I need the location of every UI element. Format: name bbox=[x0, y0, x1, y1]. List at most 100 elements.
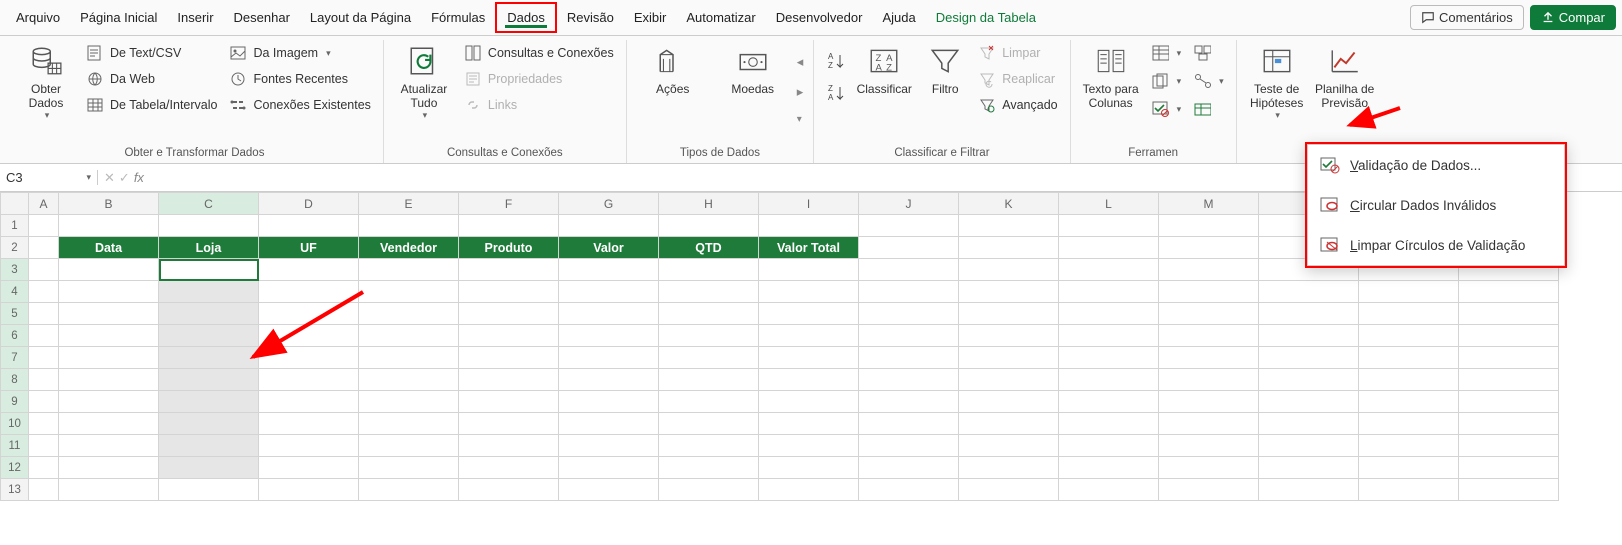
row-header[interactable]: 11 bbox=[1, 435, 29, 457]
row-header[interactable]: 9 bbox=[1, 391, 29, 413]
filter-button[interactable]: Filtro bbox=[918, 40, 972, 100]
cell[interactable] bbox=[159, 303, 259, 325]
table-header-cell[interactable]: Vendedor bbox=[359, 237, 459, 259]
existing-connections-button[interactable]: Conexões Existentes bbox=[227, 94, 372, 116]
group-label: Obter e Transformar Dados bbox=[124, 145, 264, 163]
menu-formulas[interactable]: Fórmulas bbox=[421, 4, 495, 31]
col-header[interactable]: B bbox=[59, 193, 159, 215]
menu-layout[interactable]: Layout da Página bbox=[300, 4, 421, 31]
col-header[interactable]: I bbox=[759, 193, 859, 215]
row-header[interactable]: 12 bbox=[1, 457, 29, 479]
cell[interactable] bbox=[159, 325, 259, 347]
queries-connections-button[interactable]: Consultas e Conexões bbox=[462, 42, 616, 64]
cancel-formula-icon[interactable]: ✕ bbox=[104, 170, 115, 186]
row-header[interactable]: 10 bbox=[1, 413, 29, 435]
flash-fill-button[interactable]: ▾ bbox=[1149, 42, 1184, 64]
col-header[interactable]: H bbox=[659, 193, 759, 215]
from-web-button[interactable]: Da Web bbox=[84, 68, 219, 90]
from-text-csv-button[interactable]: De Text/CSV bbox=[84, 42, 219, 64]
table-header-cell[interactable]: UF bbox=[259, 237, 359, 259]
row-header[interactable]: 6 bbox=[1, 325, 29, 347]
advanced-filter-button[interactable]: Avançado bbox=[976, 94, 1059, 116]
menu-desenvolvedor[interactable]: Desenvolvedor bbox=[766, 4, 873, 31]
sort-desc-button[interactable]: ZA bbox=[824, 82, 846, 104]
menu-dados[interactable]: Dados bbox=[495, 2, 557, 33]
sort-icon: ZAAZ bbox=[867, 44, 901, 78]
name-box[interactable]: C3 ▾ bbox=[0, 170, 98, 185]
menu-pagina-inicial[interactable]: Página Inicial bbox=[70, 4, 167, 31]
col-header[interactable]: K bbox=[959, 193, 1059, 215]
from-table-button[interactable]: De Tabela/Intervalo bbox=[84, 94, 219, 116]
text-to-columns-label: Texto para Colunas bbox=[1083, 82, 1139, 110]
from-table-label: De Tabela/Intervalo bbox=[110, 98, 217, 112]
col-header[interactable]: F bbox=[459, 193, 559, 215]
col-header[interactable]: M bbox=[1159, 193, 1259, 215]
menu-desenhar[interactable]: Desenhar bbox=[224, 4, 300, 31]
text-to-columns-button[interactable]: Texto para Colunas bbox=[1077, 40, 1145, 114]
menu-arquivo[interactable]: Arquivo bbox=[6, 4, 70, 31]
refresh-all-button[interactable]: Atualizar Tudo ▾ bbox=[390, 40, 458, 125]
table-header-cell[interactable]: Valor Total bbox=[759, 237, 859, 259]
row-header[interactable]: 8 bbox=[1, 369, 29, 391]
table-header-cell[interactable]: Loja bbox=[159, 237, 259, 259]
menu-exibir[interactable]: Exibir bbox=[624, 4, 677, 31]
col-header[interactable]: J bbox=[859, 193, 959, 215]
row-header[interactable]: 4 bbox=[1, 281, 29, 303]
menu-ajuda[interactable]: Ajuda bbox=[872, 4, 925, 31]
col-header[interactable]: E bbox=[359, 193, 459, 215]
row-header[interactable]: 2 bbox=[1, 237, 29, 259]
col-header[interactable]: A bbox=[29, 193, 59, 215]
scroll-left-icon[interactable]: ◂ bbox=[797, 54, 804, 70]
col-header[interactable]: G bbox=[559, 193, 659, 215]
menu-automatizar[interactable]: Automatizar bbox=[676, 4, 765, 31]
menu-item-circular-invalidos[interactable]: Circular Dados Inválidos bbox=[1308, 185, 1564, 225]
cell[interactable] bbox=[159, 413, 259, 435]
sort-asc-button[interactable]: AZ bbox=[824, 50, 846, 72]
cell[interactable] bbox=[159, 435, 259, 457]
table-header-cell[interactable]: QTD bbox=[659, 237, 759, 259]
stocks-button[interactable]: Ações bbox=[633, 40, 713, 100]
cell[interactable] bbox=[159, 369, 259, 391]
table-header-cell[interactable]: Data bbox=[59, 237, 159, 259]
menu-item-validacao-dados[interactable]: Validação de Dados... bbox=[1308, 145, 1564, 185]
fx-icon[interactable]: fx bbox=[134, 170, 144, 185]
cell[interactable] bbox=[159, 347, 259, 369]
select-all-corner[interactable] bbox=[1, 193, 29, 215]
sort-button[interactable]: ZAAZ Classificar bbox=[850, 40, 918, 100]
expand-icon[interactable]: ▾ bbox=[797, 114, 804, 125]
col-header[interactable]: C bbox=[159, 193, 259, 215]
col-header[interactable]: L bbox=[1059, 193, 1159, 215]
row-header[interactable]: 5 bbox=[1, 303, 29, 325]
data-validation-button[interactable]: ▾ bbox=[1149, 98, 1184, 120]
obter-dados-button[interactable]: Obter Dados ▾ bbox=[12, 40, 80, 125]
row-header[interactable]: 1 bbox=[1, 215, 29, 237]
accept-formula-icon[interactable]: ✓ bbox=[119, 170, 130, 186]
row-header[interactable]: 3 bbox=[1, 259, 29, 281]
remove-duplicates-button[interactable]: ▾ bbox=[1149, 70, 1184, 92]
col-header[interactable]: D bbox=[259, 193, 359, 215]
share-button[interactable]: Compar bbox=[1530, 5, 1616, 30]
menu-item-label: Limpar Círculos de Validação bbox=[1350, 238, 1525, 253]
cell[interactable] bbox=[159, 281, 259, 303]
table-header-cell[interactable]: Produto bbox=[459, 237, 559, 259]
recent-sources-button[interactable]: Fontes Recentes bbox=[227, 68, 372, 90]
menu-inserir[interactable]: Inserir bbox=[167, 4, 223, 31]
consolidate-button[interactable] bbox=[1191, 42, 1226, 64]
comments-button[interactable]: Comentários bbox=[1410, 5, 1524, 30]
relationships-button[interactable]: ▾ bbox=[1191, 70, 1226, 92]
data-model-button[interactable] bbox=[1191, 98, 1226, 120]
currencies-button[interactable]: Moedas bbox=[713, 40, 793, 100]
cell[interactable] bbox=[159, 457, 259, 479]
menu-item-limpar-circulos[interactable]: Limpar Círculos de Validação bbox=[1308, 225, 1564, 265]
row-header[interactable]: 13 bbox=[1, 479, 29, 501]
menu-revisao[interactable]: Revisão bbox=[557, 4, 624, 31]
from-image-button[interactable]: Da Imagem ▾ bbox=[227, 42, 372, 64]
cell-C3[interactable] bbox=[159, 259, 259, 281]
cell[interactable] bbox=[159, 391, 259, 413]
row-header[interactable]: 7 bbox=[1, 347, 29, 369]
forecast-sheet-button[interactable]: Planilha de Previsão bbox=[1311, 40, 1379, 114]
table-header-cell[interactable]: Valor bbox=[559, 237, 659, 259]
what-if-button[interactable]: Teste de Hipóteses ▾ bbox=[1243, 40, 1311, 125]
scroll-right-icon[interactable]: ▸ bbox=[797, 84, 804, 100]
menu-design-tabela[interactable]: Design da Tabela bbox=[926, 4, 1046, 31]
